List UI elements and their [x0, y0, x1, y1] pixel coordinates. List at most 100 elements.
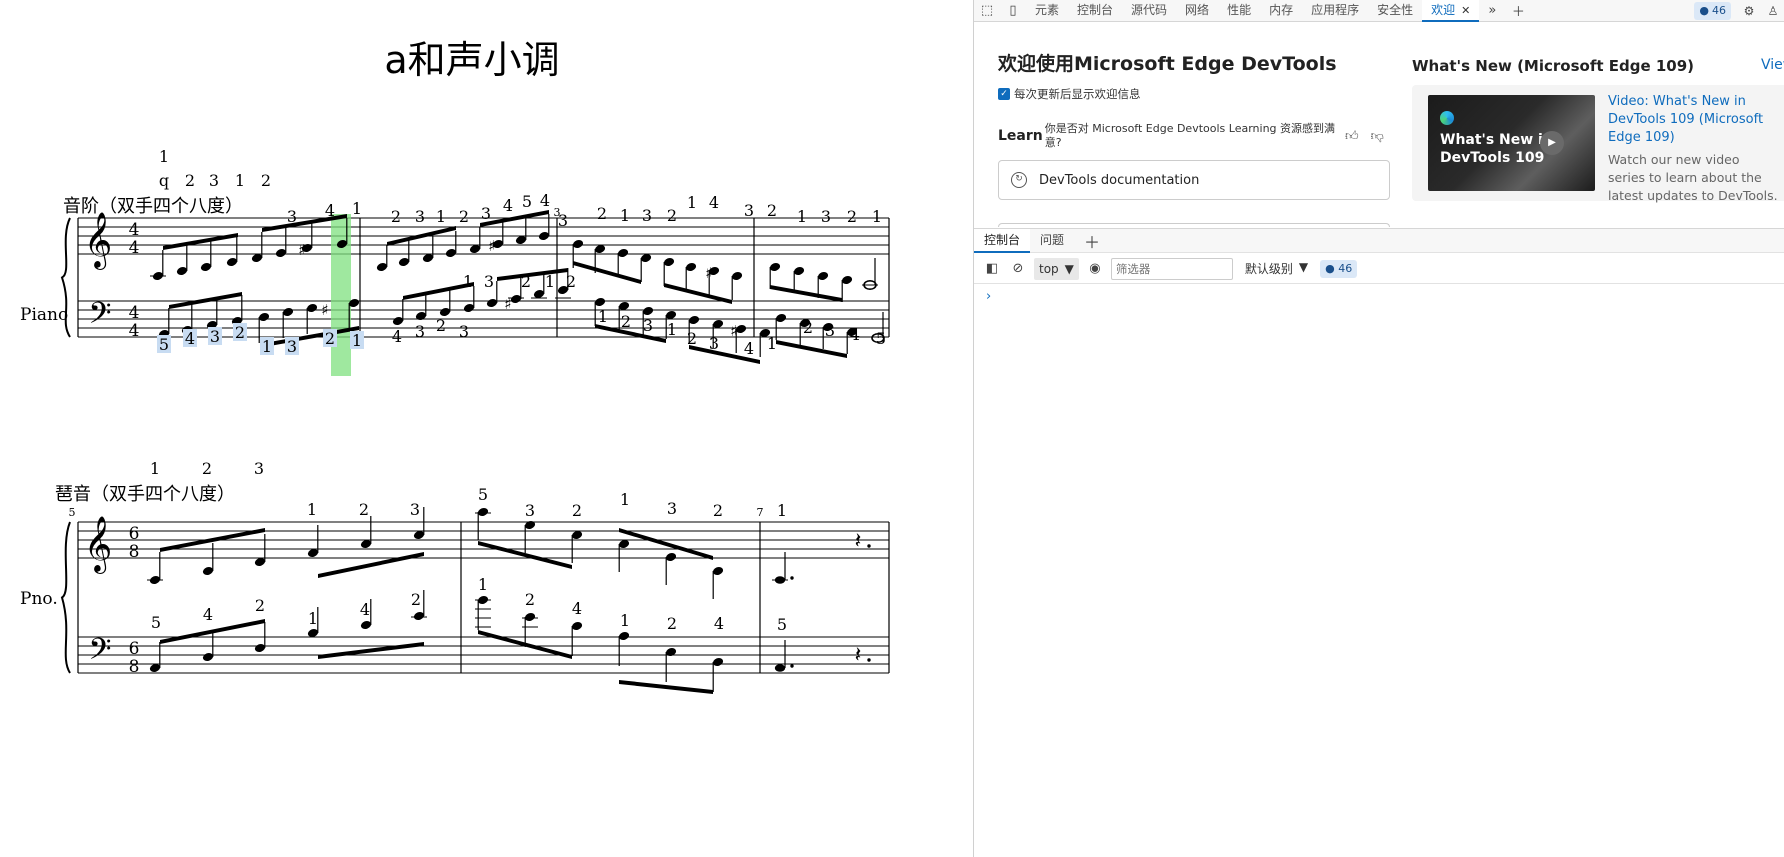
tab-security[interactable]: 安全性: [1368, 0, 1422, 22]
show-welcome-row[interactable]: ✓ 每次更新后显示欢迎信息: [998, 86, 1390, 102]
fingering-number: 1: [620, 611, 630, 630]
time-signature: 8: [129, 542, 140, 562]
fingering-number: 4: [709, 193, 719, 212]
sharp-sign: ♯: [705, 264, 712, 282]
add-drawer-tab-icon[interactable]: ＋: [1074, 229, 1110, 253]
issues-badge[interactable]: ● 46: [1694, 1, 1731, 20]
play-icon[interactable]: ▶: [1540, 131, 1564, 155]
inspect-icon[interactable]: ⬚: [974, 0, 1000, 22]
fingering-number: 3: [415, 322, 425, 341]
fingering-number: 3: [642, 206, 652, 225]
fingering-number: 1: [307, 500, 317, 519]
tab-application[interactable]: 应用程序: [1302, 0, 1368, 22]
beam: [619, 680, 713, 694]
log-level-dropdown[interactable]: 默认级别 ▼: [1245, 260, 1308, 277]
sharp-sign: ♯: [730, 322, 737, 340]
video-description: Watch our new video series to learn abou…: [1608, 152, 1778, 203]
add-tab-icon[interactable]: ＋: [1505, 0, 1531, 22]
time-signature: 6: [129, 639, 140, 659]
sidebar-toggle-icon[interactable]: ◧: [982, 261, 1002, 276]
time-signature: 4: [129, 238, 140, 258]
fingering-number: 1: [667, 320, 677, 339]
tab-sources[interactable]: 源代码: [1122, 0, 1176, 22]
video-thumbnail[interactable]: What's New in DevTools 109 ▶: [1428, 95, 1595, 191]
fingering-number: 2: [325, 329, 335, 348]
fingering-number: 2: [202, 459, 212, 478]
eye-icon[interactable]: ◉: [1085, 261, 1105, 276]
beam: [573, 261, 641, 284]
clear-icon[interactable]: ⊘: [1008, 261, 1028, 276]
tab-welcome-label: 欢迎: [1431, 2, 1456, 17]
fingering-number: 3: [210, 327, 220, 346]
fingering-number: 3: [558, 211, 568, 230]
fingering-number: 2: [359, 500, 369, 519]
console-issues-badge[interactable]: ● 46: [1320, 259, 1358, 278]
score-canvas: a和声小调 音阶（双手四个八度） Piano 𝄞𝄢4444♯ ♯3♯♯ ♯♯1q 2 3…: [20, 38, 890, 694]
edge-logo-icon: [1440, 111, 1454, 125]
video-link[interactable]: Video: What's New in DevTools 109 (Micro…: [1608, 93, 1778, 147]
fingering-number: 2: [803, 318, 813, 337]
context-selector[interactable]: top ▼: [1034, 257, 1079, 280]
settings-icon[interactable]: ⚙: [1737, 4, 1761, 18]
fingering-number: 5: [876, 329, 886, 348]
fingering-number: 4: [744, 339, 754, 358]
whats-new-card[interactable]: What's New in DevTools 109 ▶ Video: What…: [1412, 85, 1784, 203]
fingering-number: 2: [255, 596, 265, 615]
view-link[interactable]: View: [1761, 57, 1784, 73]
bass-clef: 𝄢: [88, 633, 111, 674]
fingering-number: 2: [235, 323, 245, 342]
fingering-number: 2: [185, 171, 195, 190]
dotted-quarter-note: [774, 664, 786, 672]
fingering-number: 1: [777, 501, 787, 520]
learn-label: Learn: [998, 128, 1043, 144]
treble-clef: 𝄞: [84, 212, 112, 270]
device-icon[interactable]: ▯: [1000, 0, 1026, 22]
instrument-name: Piano: [20, 305, 68, 325]
chevron-down-icon: ▼: [1064, 261, 1074, 276]
fingering-number: 2: [391, 207, 401, 226]
tab-network[interactable]: 网络: [1176, 0, 1218, 22]
tab-performance[interactable]: 性能: [1218, 0, 1260, 22]
fingering-number: 4: [185, 329, 195, 348]
section-label-arpeggio: 琶音（双手四个八度）: [55, 484, 235, 505]
whats-new-heading: What's New (Microsoft Edge 109): [1412, 57, 1695, 75]
fingering-number: 1: [235, 171, 245, 190]
augmentation-dot: [790, 664, 794, 668]
fingering-number: 2: [667, 614, 677, 633]
console-toolbar: ◧ ⊘ top▼ ◉ 默认级别▼ ● 46: [974, 254, 1784, 284]
docs-button[interactable]: ↻ DevTools documentation: [998, 160, 1390, 200]
fingering-number: 3: [410, 500, 420, 519]
fingering-number: 3: [525, 501, 535, 520]
measure-number: 5: [69, 506, 76, 519]
quarter-rest: 𝄽: [855, 643, 862, 668]
more-tabs-icon[interactable]: »: [1479, 0, 1505, 22]
sharp-sign: ♯: [488, 237, 495, 255]
beam: [770, 285, 842, 302]
console-output[interactable]: ›: [974, 285, 1784, 857]
fingering-number: 1: [620, 206, 630, 225]
tab-elements[interactable]: 元素: [1026, 0, 1068, 22]
tab-welcome[interactable]: 欢迎 ✕: [1422, 0, 1480, 22]
bass-clef: 𝄢: [88, 297, 111, 338]
tab-memory[interactable]: 内存: [1260, 0, 1302, 22]
fingering-number: 5: [151, 613, 161, 632]
next-resource-button[interactable]: [998, 223, 1390, 227]
fingering-number: 3: [667, 499, 677, 518]
fingering-number: 5: [522, 192, 532, 211]
thumb-up-icon[interactable]: 👍︎: [1339, 129, 1365, 144]
close-icon[interactable]: ✕: [1461, 4, 1470, 17]
fingering-number: 3: [459, 322, 469, 341]
console-prompt[interactable]: ›: [986, 289, 991, 304]
fingering-number: 3: [287, 207, 297, 226]
beam: [318, 642, 424, 659]
fingering-number: 3: [254, 459, 264, 478]
profile-icon[interactable]: ♙: [1761, 4, 1784, 18]
checkbox-checked-icon[interactable]: ✓: [998, 88, 1010, 100]
drawer-tab-console[interactable]: 控制台: [974, 228, 1031, 253]
drawer-tab-issues[interactable]: 问题: [1030, 229, 1074, 253]
time-signature: 4: [129, 303, 140, 323]
show-welcome-label: 每次更新后显示欢迎信息: [1014, 87, 1141, 101]
thumb-down-icon[interactable]: 👎︎: [1365, 129, 1391, 144]
tab-console[interactable]: 控制台: [1068, 0, 1122, 22]
filter-input[interactable]: [1110, 257, 1233, 280]
